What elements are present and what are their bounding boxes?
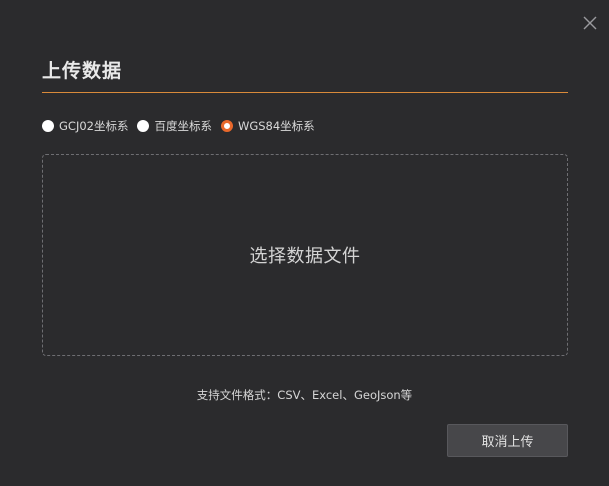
radio-button-wgs84[interactable] (220, 120, 233, 132)
radio-label-gcj02: GCJ02坐标系 (59, 119, 129, 133)
title-divider (42, 92, 568, 93)
radio-option-wgs84[interactable]: WGS84坐标系 (220, 118, 315, 134)
select-file-label: 选择数据文件 (249, 246, 361, 267)
radio-option-baidu[interactable]: 百度坐标系 (137, 118, 212, 134)
file-drop-zone[interactable]: 选择数据文件 (42, 154, 568, 356)
close-button[interactable] (581, 14, 599, 32)
radio-option-gcj02[interactable]: GCJ02坐标系 (42, 118, 128, 134)
radio-button-gcj02[interactable] (42, 120, 54, 132)
close-icon (583, 16, 597, 30)
radio-label-baidu: 百度坐标系 (154, 119, 212, 133)
upload-data-dialog: 上传数据 GCJ02坐标系 百度坐标系 WGS84坐标系 选择数据文件 支持文件… (0, 0, 609, 486)
dialog-title: 上传数据 (42, 60, 123, 82)
radio-label-wgs84: WGS84坐标系 (237, 119, 315, 133)
coordinate-system-radio-group: GCJ02坐标系 百度坐标系 WGS84坐标系 (42, 117, 324, 135)
radio-button-baidu[interactable] (137, 120, 150, 132)
cancel-upload-button[interactable]: 取消上传 (447, 424, 568, 457)
supported-formats-hint: 支持文件格式：CSV、Excel、GeoJson等 (196, 388, 413, 402)
